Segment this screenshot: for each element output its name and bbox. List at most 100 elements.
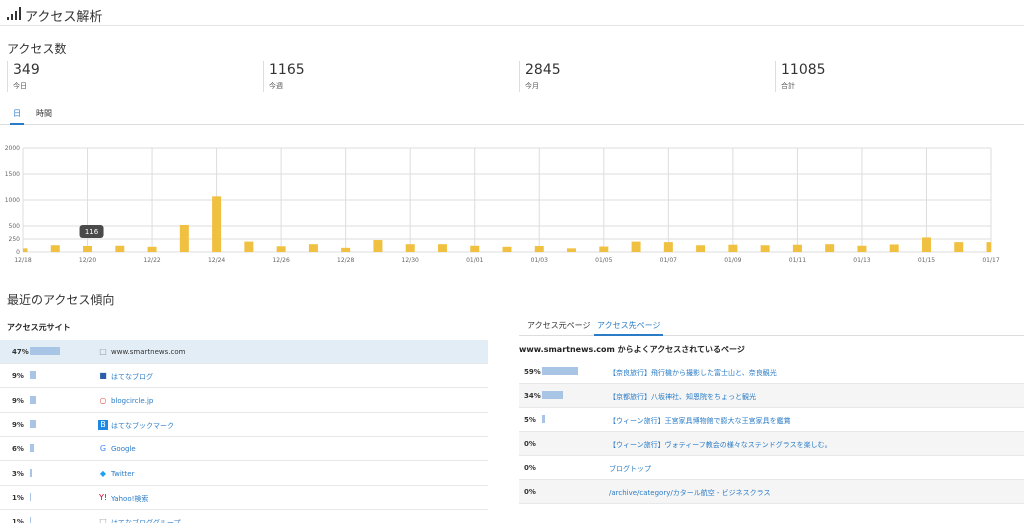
- stat-value: 2845: [525, 62, 561, 78]
- x-tick-label: 01/05: [595, 257, 612, 264]
- source-share-bar: [30, 444, 34, 453]
- chart-bar: [792, 244, 802, 252]
- source-percent: 1%: [12, 493, 24, 502]
- dest-percent: 59%: [524, 368, 541, 376]
- source-name-link[interactable]: はてなブロググループ: [111, 518, 180, 523]
- chart-bar: [244, 241, 254, 252]
- stat-total: 11085 合計: [775, 61, 826, 92]
- tab-source-pages[interactable]: アクセス元ページ: [524, 320, 593, 336]
- source-percent: 9%: [12, 372, 24, 381]
- chart-bar: [599, 246, 609, 252]
- chart-bar: [696, 245, 706, 252]
- dest-page-link[interactable]: ブログトップ: [609, 464, 651, 474]
- source-share-bar: [30, 347, 60, 355]
- source-row[interactable]: 9% B はてなブックマーク: [0, 413, 488, 437]
- x-tick-label: 12/24: [208, 257, 225, 264]
- source-name-link[interactable]: はてなブックマーク: [111, 421, 174, 431]
- dest-page-link[interactable]: /archive/category/カタール航空 - ビジネスクラス: [609, 488, 771, 498]
- hatena-blog-icon: ■: [99, 371, 107, 381]
- source-name-link[interactable]: Yahoo!検索: [111, 494, 148, 504]
- dest-percent: 0%: [524, 488, 536, 496]
- stat-label: 合計: [781, 82, 795, 90]
- source-name-link[interactable]: Twitter: [111, 470, 134, 478]
- source-row[interactable]: 6% G Google: [0, 437, 488, 462]
- source-share-bar: [30, 492, 31, 501]
- x-tick-label: 12/22: [143, 257, 160, 264]
- source-row[interactable]: 9% ○ blogcircle.jp: [0, 389, 488, 413]
- chart-bar: [986, 242, 991, 252]
- page-title: アクセス解析: [25, 10, 103, 25]
- dest-page-link[interactable]: 【ウィーン旅行】ヴォティーフ教会の様々なステンドグラスを楽しむ。: [609, 440, 832, 450]
- dest-share-bar: [542, 367, 578, 375]
- y-tick-label: 1000: [5, 197, 20, 204]
- chart-bar: [921, 237, 931, 252]
- stat-week: 1165 今週: [263, 61, 305, 92]
- x-tick-label: 01/15: [918, 257, 935, 264]
- x-tick-label: 12/28: [337, 257, 354, 264]
- analytics-icon: [7, 7, 23, 20]
- dest-percent: 34%: [524, 392, 541, 400]
- source-name-link[interactable]: www.smartnews.com: [111, 348, 185, 356]
- x-tick-label: 01/01: [466, 257, 483, 264]
- source-name-link[interactable]: blogcircle.jp: [111, 397, 153, 405]
- page-icon: □: [99, 347, 107, 356]
- dest-row: 59% 【奈良旅行】飛行機から撮影した富士山と、奈良観光: [519, 360, 1024, 384]
- chart-bar: [212, 196, 222, 252]
- chart-bar: [405, 244, 415, 252]
- chart-bar: [115, 245, 125, 252]
- source-name-link[interactable]: Google: [111, 445, 136, 453]
- x-tick-label: 01/17: [982, 257, 999, 264]
- chart-bar: [889, 244, 899, 252]
- hatena-bookmark-icon: B: [98, 419, 108, 430]
- source-share-bar: [30, 468, 32, 477]
- chart-bar: [341, 247, 351, 252]
- chart-tooltip-value: 116: [85, 228, 99, 236]
- x-tick-label: 12/20: [79, 257, 96, 264]
- chart-bar: [857, 245, 867, 252]
- x-tick-label: 12/18: [14, 257, 31, 264]
- chart-bar: [502, 246, 512, 252]
- page-icon: □: [99, 517, 107, 523]
- chart-bar: [825, 244, 835, 252]
- source-row[interactable]: 9% ■ はてなブログ: [0, 364, 488, 389]
- chart-bar: [179, 224, 189, 252]
- stat-label: 今月: [525, 82, 539, 90]
- google-icon: G: [99, 444, 107, 454]
- source-row[interactable]: 1% □ はてなブロググループ: [0, 510, 488, 523]
- source-row[interactable]: 1% Y! Yahoo!検索: [0, 486, 488, 510]
- source-share-bar: [30, 371, 36, 380]
- chart-bar: [276, 246, 286, 252]
- source-row[interactable]: 47% □ www.smartnews.com: [0, 340, 488, 364]
- chart-bar: [470, 245, 480, 252]
- dest-percent: 5%: [524, 416, 536, 424]
- dest-page-link[interactable]: 【奈良旅行】飛行機から撮影した富士山と、奈良観光: [609, 368, 777, 378]
- blogcircle-icon: ○: [99, 395, 107, 405]
- page-header: アクセス解析: [0, 0, 1024, 26]
- dest-row: 0% ブログトップ: [519, 456, 1024, 480]
- dest-percent: 0%: [524, 440, 536, 448]
- source-percent: 6%: [12, 445, 24, 454]
- source-share-bar: [30, 517, 31, 523]
- chart-bar: [50, 245, 60, 252]
- dest-row: 34% 【京都旅行】八坂神社、知恩院をちょっと観光: [519, 384, 1024, 408]
- tab-hour[interactable]: 時間: [33, 108, 55, 125]
- x-tick-label: 01/09: [724, 257, 741, 264]
- chart-bar: [954, 242, 964, 252]
- source-name-link[interactable]: はてなブログ: [111, 372, 153, 382]
- dest-page-link[interactable]: 【京都旅行】八坂神社、知恩院をちょっと観光: [609, 392, 756, 402]
- chart-bar: [23, 248, 28, 252]
- chart-bar: [728, 244, 738, 252]
- stat-value: 11085: [781, 62, 826, 78]
- chart-bar: [567, 248, 577, 252]
- yahoo-icon: Y!: [98, 492, 108, 502]
- y-tick-label: 0: [16, 249, 20, 256]
- source-row[interactable]: 3% ◆ Twitter: [0, 462, 488, 486]
- chart-bar: [631, 241, 641, 252]
- stat-today: 349 今日: [7, 61, 40, 92]
- twitter-icon: ◆: [99, 468, 107, 478]
- range-tabs: 日 時間: [0, 104, 1024, 125]
- stat-month: 2845 今月: [519, 61, 561, 92]
- dest-page-link[interactable]: 【ウィーン旅行】王宮家具博物館で膨大な王宮家具を鑑賞: [609, 416, 791, 426]
- tab-day[interactable]: 日: [10, 108, 24, 125]
- tab-dest-pages[interactable]: アクセス先ページ: [594, 320, 664, 336]
